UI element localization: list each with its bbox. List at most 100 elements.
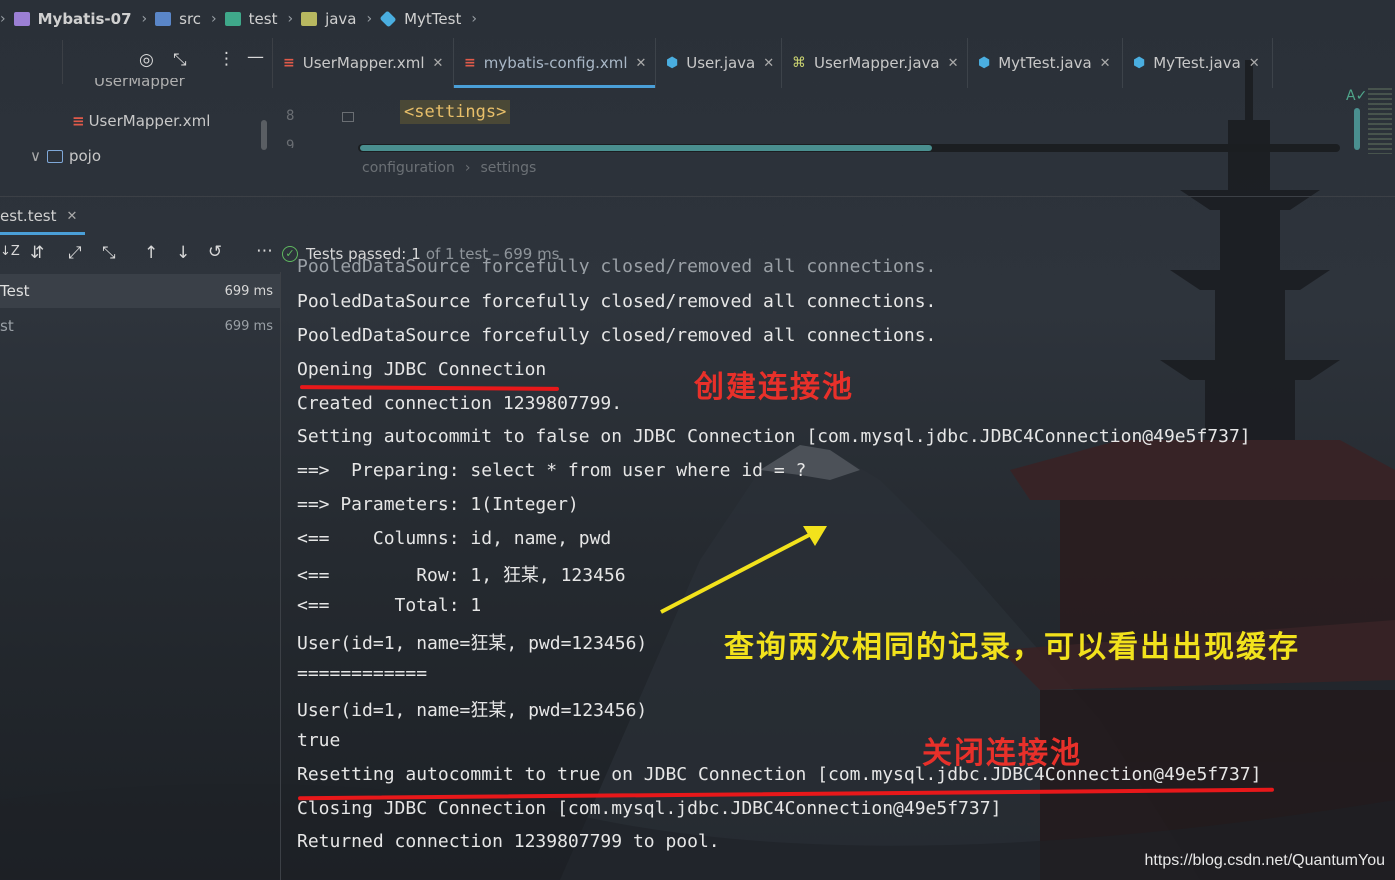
console-line: Created connection 1239807799.	[297, 393, 623, 414]
test-tree-row-duration: 699 ms	[224, 283, 273, 299]
tab-user-java[interactable]: ⬢ User.java ✕	[656, 38, 782, 88]
navigation-breadcrumb: › Mybatis-07 › src › test › java › MytTe…	[0, 0, 1395, 38]
tab-mytest-java[interactable]: ⬢ MyTest.java ✕	[1123, 38, 1273, 88]
close-icon[interactable]: ✕	[948, 56, 959, 71]
tab-label: UserMapper.xml	[302, 54, 425, 72]
chevron-right-icon: ›	[464, 160, 471, 176]
history-icon[interactable]: ↺	[208, 242, 222, 262]
line-number: 8	[286, 108, 295, 124]
console-line: ==> Preparing: select * from user where …	[297, 460, 807, 481]
arrow-up-icon[interactable]: ↑	[144, 243, 158, 263]
test-tree-row[interactable]: st 699 ms	[0, 309, 280, 343]
close-icon[interactable]: ✕	[1249, 56, 1260, 71]
breadcrumb-java-label: java	[325, 10, 357, 28]
chevron-right-icon: ›	[0, 11, 6, 27]
scrollbar-thumb[interactable]	[360, 145, 932, 151]
xml-file-icon: ≡	[283, 55, 295, 71]
console-line: Setting autocommit to false on JDBC Conn…	[297, 426, 1251, 447]
run-tab[interactable]: est.test ✕	[0, 197, 86, 235]
test-folder-icon	[224, 12, 241, 26]
tab-usermapper-xml[interactable]: ≡ UserMapper.xml ✕	[273, 38, 454, 88]
annotation-arrow	[660, 526, 827, 614]
close-icon[interactable]: ✕	[433, 56, 444, 71]
more-options-icon[interactable]: ⋮	[218, 49, 235, 69]
close-icon[interactable]: ✕	[763, 56, 774, 71]
editor-crumb-settings[interactable]: settings	[480, 160, 536, 176]
locate-target-icon[interactable]: ◎	[139, 50, 154, 70]
run-tab-bar: est.test ✕	[0, 196, 1395, 237]
tab-myttest-java[interactable]: ⬢ MytTest.java ✕	[968, 38, 1123, 88]
console-line: Closing JDBC Connection [com.mysql.jdbc.…	[297, 798, 1002, 819]
close-icon[interactable]: ✕	[1100, 56, 1111, 71]
more-options-icon[interactable]: ⋯	[256, 241, 273, 261]
project-scrollbar[interactable]	[261, 120, 267, 150]
fold-marker-icon[interactable]	[342, 112, 354, 122]
project-tree-folder-pojo[interactable]: ∨ pojo	[30, 147, 101, 165]
source-folder-icon	[155, 12, 172, 26]
tab-mybatis-config-xml[interactable]: ≡ mybatis-config.xml ✕	[454, 38, 656, 88]
code-settings-tag[interactable]: <settings>	[400, 100, 511, 124]
annotation-cache-note: 查询两次相同的记录，可以看出出现缓存	[724, 630, 1300, 665]
test-tree-row-label: st	[0, 317, 14, 335]
folder-icon	[46, 149, 63, 163]
annotation-create-pool: 创建连接池	[694, 370, 854, 405]
breadcrumb-test[interactable]: test	[224, 10, 278, 28]
breadcrumb-src[interactable]: src	[155, 10, 201, 28]
folder-icon	[301, 12, 318, 26]
console-line: <== Row: 1, 狂某, 123456	[297, 565, 626, 586]
expand-all-icon[interactable]: ⤢	[68, 243, 82, 263]
breadcrumb-class[interactable]: MytTest	[379, 10, 461, 28]
sort-by-duration-icon[interactable]: ⇵	[30, 243, 44, 263]
test-results-tree: Test 699 ms st 699 ms	[0, 272, 281, 880]
xml-file-icon: ≡	[72, 112, 85, 130]
editor-scrollbar-vertical[interactable]	[1354, 108, 1360, 150]
tab-label: MytTest.java	[998, 54, 1092, 72]
tab-label: MyTest.java	[1153, 54, 1241, 72]
breadcrumb-java[interactable]: java	[301, 10, 357, 28]
editor-tab-bar: ≡ UserMapper.xml ✕ ≡ mybatis-config.xml …	[272, 38, 1395, 88]
console-line: PooledDataSource forcefully closed/remov…	[297, 258, 937, 274]
close-icon[interactable]: ✕	[67, 209, 78, 224]
collapse-all-icon[interactable]: ⤡	[102, 243, 116, 263]
tab-usermapper-java[interactable]: ⌘ UserMapper.java ✕	[782, 38, 968, 88]
inspection-icon[interactable]: A✓	[1346, 88, 1367, 104]
tab-label: UserMapper.java	[814, 54, 940, 72]
console-line: PooledDataSource forcefully closed/remov…	[297, 291, 937, 312]
java-class-icon: ⬢	[1133, 55, 1146, 71]
code-editor[interactable]: 8 9 <settings> A✓ configuration › settin…	[272, 88, 1395, 184]
console-line: PooledDataSource forcefully closed/remov…	[297, 325, 937, 346]
editor-crumb-configuration[interactable]: configuration	[362, 160, 455, 176]
breadcrumb-test-label: test	[248, 10, 278, 28]
interface-icon: ⌘	[792, 55, 806, 71]
minimize-icon[interactable]: —	[247, 47, 264, 67]
test-tree-row-duration: 699 ms	[224, 318, 273, 334]
tab-label: mybatis-config.xml	[483, 54, 628, 72]
console-line: <== Total: 1	[297, 595, 482, 616]
project-tree-file-label: UserMapper.xml	[88, 112, 211, 130]
project-tree-item-usermapper-xml[interactable]: ≡ UserMapper.xml	[72, 112, 210, 130]
console-line: User(id=1, name=狂某, pwd=123456)	[297, 633, 648, 654]
collapse-all-icon[interactable]: ⤡	[173, 50, 187, 70]
console-line: Returned connection 1239807799 to pool.	[297, 831, 720, 852]
project-tree-item-partial[interactable]: UserMapper	[72, 78, 185, 92]
console-output[interactable]: PooledDataSource forcefully closed/remov…	[297, 258, 1392, 868]
arrow-down-icon[interactable]: ↓	[176, 243, 190, 263]
chevron-right-icon: ›	[141, 11, 148, 27]
test-tree-row[interactable]: Test 699 ms	[0, 274, 280, 308]
java-class-icon	[379, 10, 397, 28]
console-line: Resetting autocommit to true on JDBC Con…	[297, 764, 1262, 785]
sort-alphabetically-icon[interactable]: ↓Z	[0, 244, 20, 259]
editor-minimap	[1368, 88, 1392, 154]
chevron-down-icon: ∨	[30, 147, 41, 165]
breadcrumb-project[interactable]: Mybatis-07	[13, 10, 132, 28]
test-tree-row-label: Test	[0, 282, 30, 300]
breadcrumb-src-label: src	[179, 10, 202, 28]
console-line: ==> Parameters: 1(Integer)	[297, 494, 579, 515]
watermark: https://blog.csdn.net/QuantumYou	[1144, 852, 1385, 869]
project-folder-icon	[13, 12, 30, 26]
console-line: Opening JDBC Connection	[297, 359, 547, 380]
project-tree-folder-label: pojo	[68, 147, 102, 165]
java-class-icon: ⬢	[978, 55, 991, 71]
close-icon[interactable]: ✕	[636, 56, 647, 71]
editor-scrollbar-horizontal[interactable]	[358, 144, 1340, 152]
